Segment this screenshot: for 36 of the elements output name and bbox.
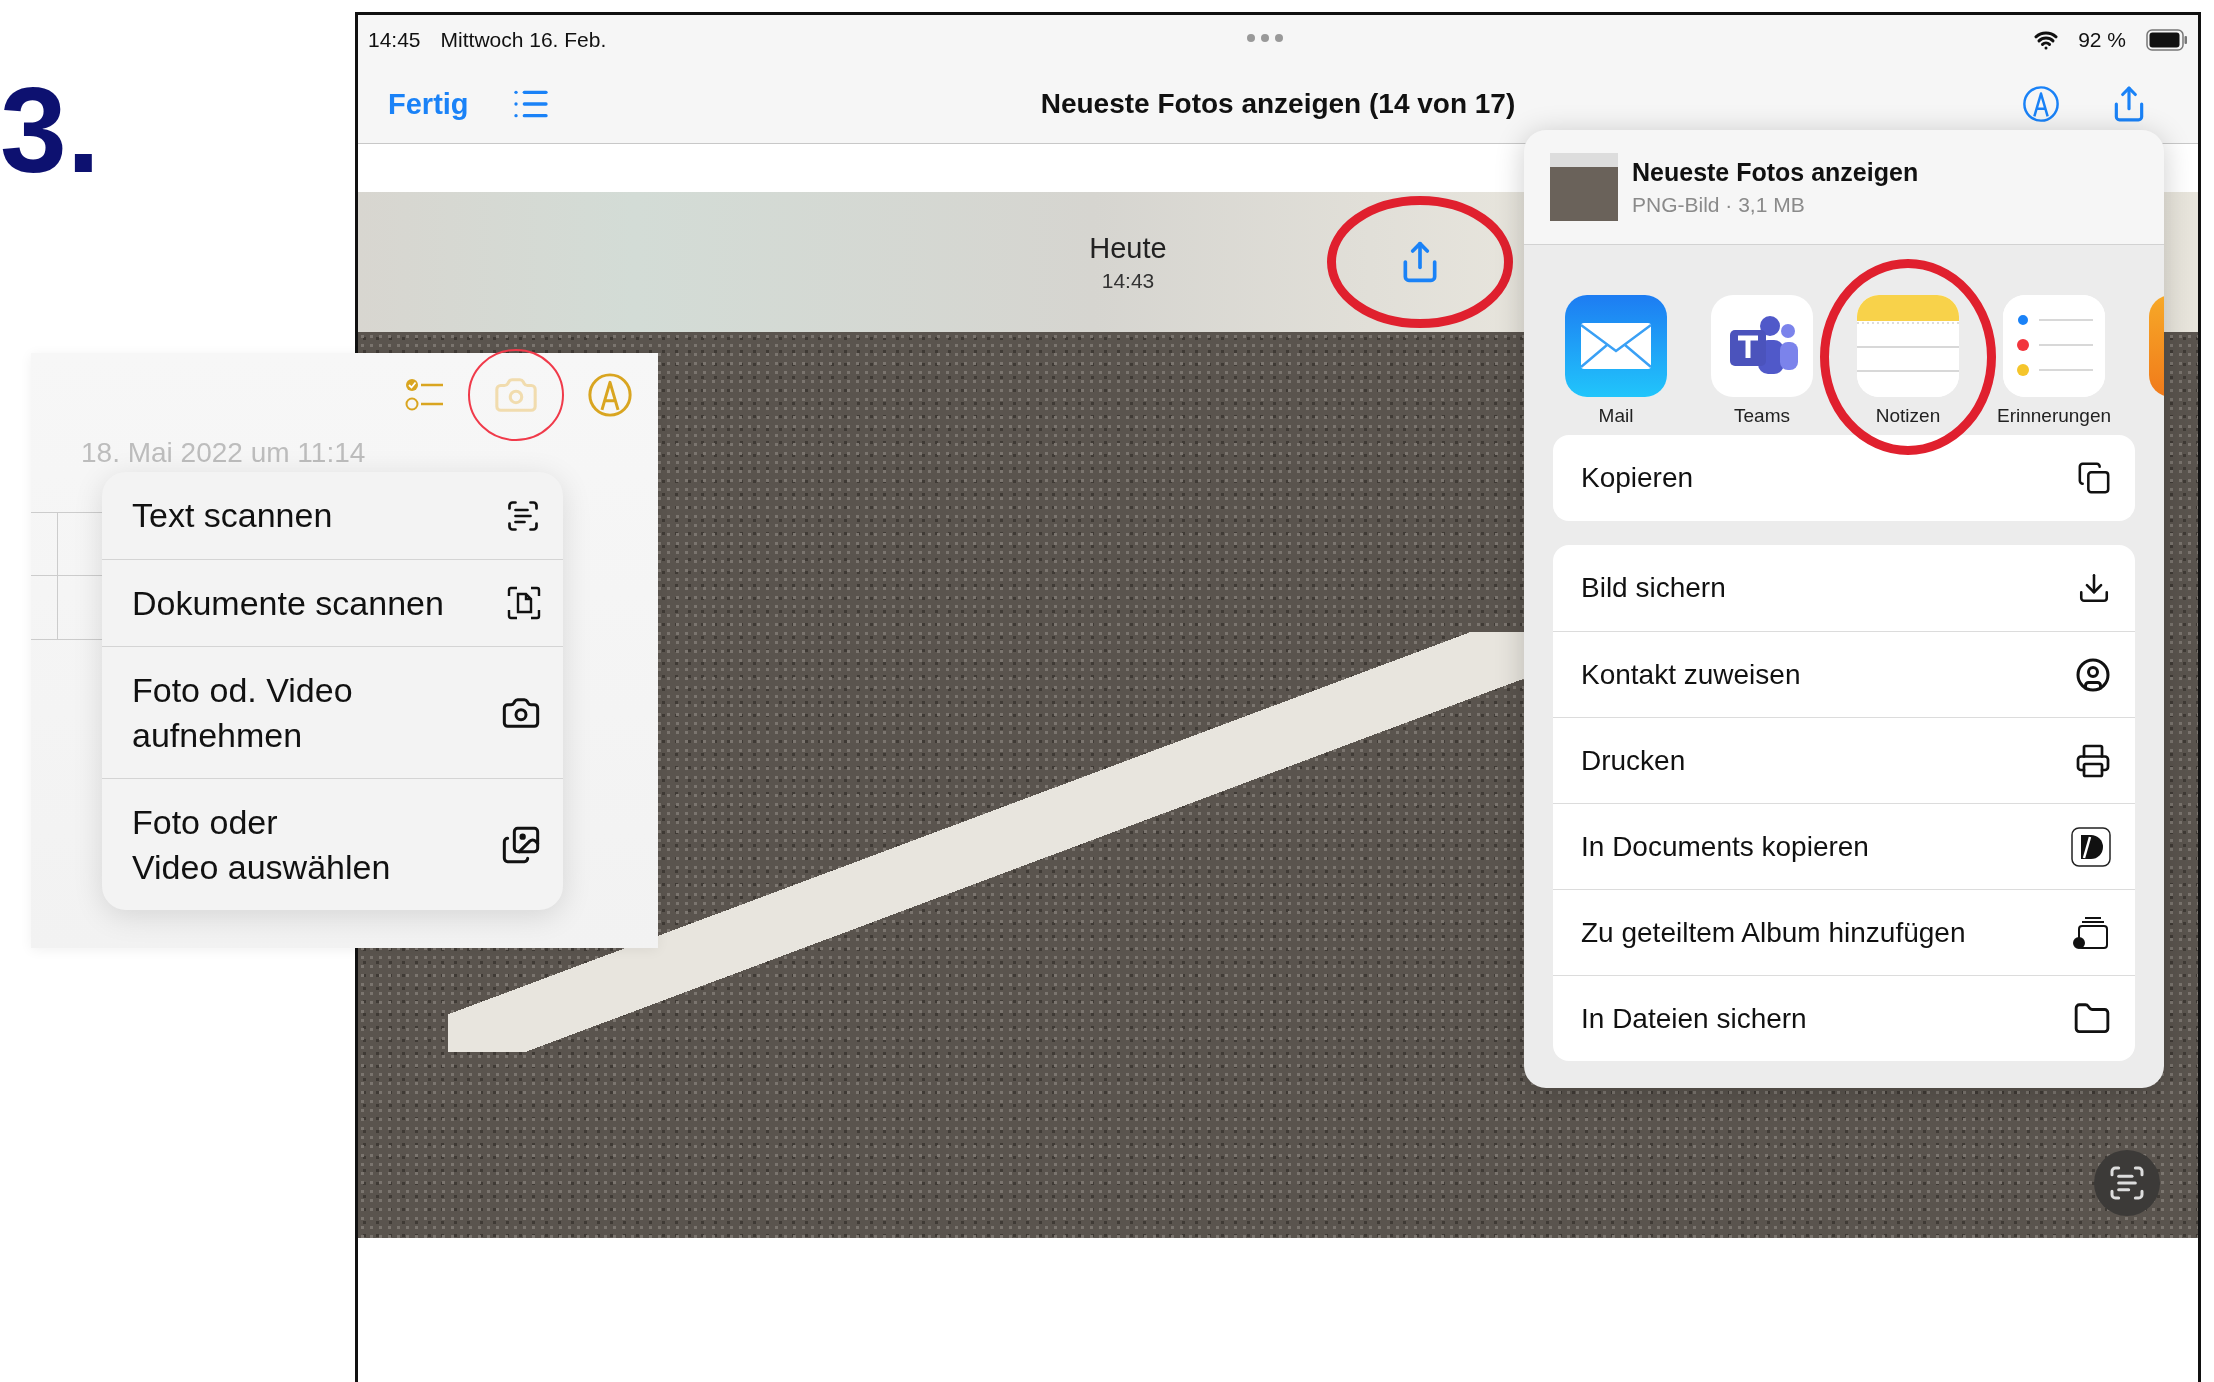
photo-time: 14:43	[1101, 268, 1155, 293]
download-icon	[2077, 571, 2111, 605]
action-row[interactable]: Drucken	[1553, 717, 2135, 803]
action-row[interactable]: Kopieren	[1553, 435, 2135, 521]
status-date: Mittwoch 16. Feb.	[440, 28, 607, 52]
photo-day: Heute	[1089, 231, 1167, 265]
menu-item[interactable]: Foto od. Video aufnehmen	[102, 646, 563, 778]
document-scan-icon	[507, 586, 541, 620]
letter-d-icon	[2071, 826, 2111, 867]
photo-thumbnail	[1550, 153, 1618, 221]
share-title: Neueste Fotos anzeigen	[1632, 157, 1919, 187]
action-row[interactable]: Zu geteiltem Album hinzufügen	[1553, 889, 2135, 975]
copy-icon	[2077, 461, 2111, 495]
person-icon	[2075, 656, 2111, 693]
step-number: 3.	[0, 70, 101, 190]
markup-button[interactable]	[2022, 85, 2060, 123]
markup-button[interactable]	[587, 372, 633, 418]
dots-icon	[1246, 33, 1284, 43]
share-subtitle: PNG-Bild · 3,1 MB	[1632, 192, 1806, 217]
nav-title: Neueste Fotos anzeigen (14 von 17)	[1040, 88, 1516, 119]
checklist-button[interactable]	[405, 377, 445, 413]
status-time: 14:45	[368, 28, 421, 52]
action-row[interactable]: In Documents kopieren	[1553, 803, 2135, 889]
menu-item[interactable]: Foto oder Video auswählen	[102, 778, 563, 910]
action-row[interactable]: In Dateien sichern	[1553, 975, 2135, 1061]
printer-icon	[2075, 742, 2111, 779]
photos-icon	[501, 824, 541, 865]
note-date: 18. Mai 2022 um 11:14	[80, 437, 366, 469]
action-row[interactable]: Kontakt zuweisen	[1553, 631, 2135, 717]
battery-icon	[2146, 29, 2188, 51]
scan-text-button[interactable]	[2094, 1150, 2160, 1216]
battery-percent: 92 %	[2078, 28, 2126, 52]
menu-item[interactable]: Dokumente scannen	[102, 559, 563, 646]
envelope-icon	[1565, 295, 1667, 397]
action-row[interactable]: Bild sichern	[1553, 545, 2135, 631]
menu-item[interactable]: Text scannen	[102, 472, 563, 559]
